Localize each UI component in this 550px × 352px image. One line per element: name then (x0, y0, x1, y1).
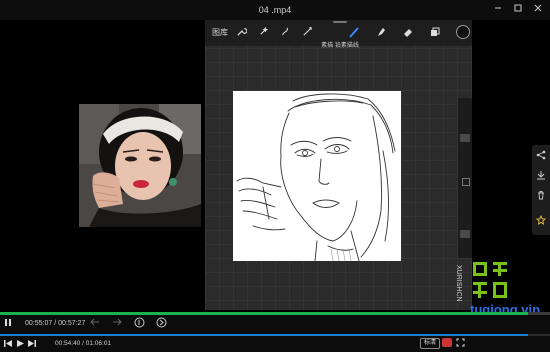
rewind-button[interactable] (134, 317, 145, 330)
minimize-icon (495, 7, 501, 9)
delete-icon[interactable] (534, 190, 548, 204)
close-icon (534, 4, 542, 12)
prev-arrow-button[interactable] (90, 318, 100, 328)
color-swatch[interactable] (456, 25, 470, 39)
brush-name-label: 素描 铅素描线 (321, 43, 359, 49)
reference-photo (79, 104, 201, 227)
transform-icon[interactable] (300, 26, 314, 40)
brush-size-slider[interactable] (460, 134, 470, 142)
window-title: 04 .mp4 (258, 5, 292, 15)
close-button[interactable] (530, 2, 546, 18)
portrait-photo (79, 104, 201, 227)
secondary-progress-fill (0, 334, 528, 336)
secondary-current-time: 00:54:40 (55, 340, 81, 347)
next-arrow-button[interactable] (112, 318, 122, 328)
forward-icon (156, 317, 167, 328)
minimize-button[interactable] (490, 2, 506, 18)
vertical-watermark: XURISHCN (455, 265, 465, 317)
maximize-button[interactable] (510, 2, 526, 18)
pause-icon (5, 319, 11, 326)
watermark-logo (471, 258, 511, 302)
toolbar-grabber (333, 21, 347, 23)
current-time: 00:55:07 (25, 320, 53, 327)
maximize-icon (514, 4, 522, 12)
layers-icon[interactable] (428, 26, 442, 40)
secondary-total-time: 01:06:01 (85, 340, 112, 347)
playback-time: 00:55:07 / 00:57:27 (25, 320, 85, 327)
vertical-watermark-text: XURISHCN (455, 265, 462, 302)
drawing-canvas[interactable] (233, 91, 401, 262)
secondary-playback-time: 00:54:40 / 01:06:01 (55, 340, 111, 347)
fullscreen-button[interactable] (456, 338, 465, 349)
skip-back-button[interactable] (4, 340, 12, 349)
eraser-icon[interactable] (401, 26, 415, 40)
magic-wand-icon[interactable] (256, 26, 270, 40)
skip-back-icon (4, 340, 12, 347)
pause-button[interactable] (4, 318, 12, 329)
total-time: 00:57:27 (58, 320, 86, 327)
brush-icon[interactable] (347, 26, 361, 40)
rewind-icon (134, 317, 145, 328)
fullscreen-icon (456, 338, 465, 347)
arrow-right-icon (113, 318, 122, 326)
share-icon[interactable] (534, 150, 548, 164)
gallery-button[interactable]: 图库 (212, 27, 228, 38)
quality-badge[interactable]: 标清 (420, 338, 440, 349)
play-icon (17, 340, 24, 347)
skip-forward-icon (28, 340, 36, 347)
selection-icon[interactable] (278, 26, 292, 40)
smudge-icon[interactable] (374, 26, 388, 40)
danmaku-toggle[interactable] (442, 338, 452, 347)
skip-forward-button[interactable] (28, 340, 36, 349)
forward-button[interactable] (156, 317, 167, 330)
opacity-slider[interactable] (460, 230, 470, 238)
download-icon[interactable] (534, 170, 548, 184)
arrow-left-icon (90, 318, 99, 326)
play-button[interactable] (17, 340, 24, 349)
favorite-icon[interactable] (534, 214, 548, 229)
portrait-sketch (236, 93, 396, 262)
wrench-icon[interactable] (234, 26, 248, 40)
modify-button[interactable] (462, 178, 470, 186)
